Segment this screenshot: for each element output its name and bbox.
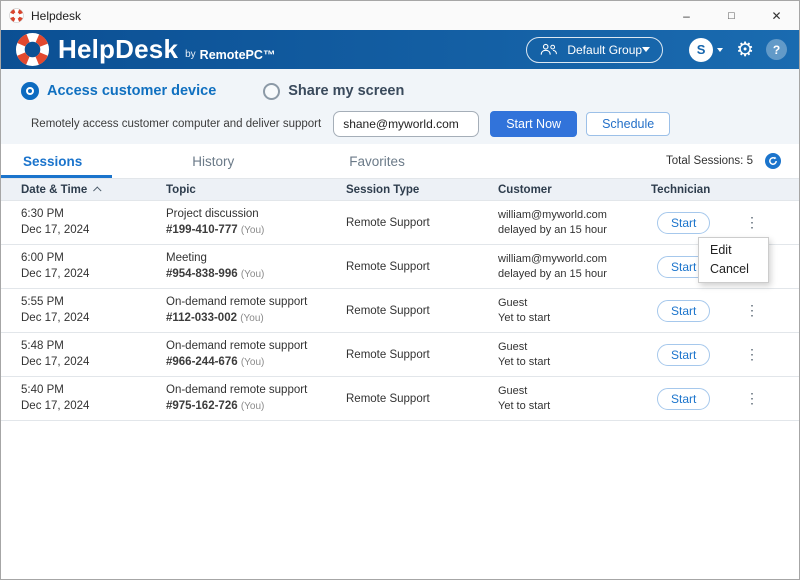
kebab-menu-icon[interactable]: ⋮	[745, 346, 759, 363]
customer-cell: william@myworld.comdelayed by an 15 hour	[498, 252, 651, 282]
customer-email-input[interactable]	[333, 111, 479, 137]
date-time-cell: 5:55 PMDec 17, 2024	[21, 295, 166, 326]
app-icon	[9, 8, 24, 23]
session-type-cell: Remote Support	[346, 349, 498, 361]
row-context-menu: Edit Cancel	[698, 237, 769, 283]
group-selector[interactable]: Default Group	[526, 37, 663, 63]
date-time-cell: 5:40 PMDec 17, 2024	[21, 383, 166, 414]
tabs-bar: Sessions History Favorites Total Session…	[1, 144, 799, 178]
avatar: S	[689, 38, 713, 62]
technician-cell: Start ⋮	[651, 344, 799, 366]
close-button[interactable]: ✕	[754, 1, 799, 30]
schedule-button[interactable]: Schedule	[586, 112, 670, 136]
total-sessions-label: Total Sessions: 5	[666, 155, 753, 167]
app-window: Helpdesk – □ ✕ HelpDesk by RemotePC™	[0, 0, 800, 580]
radio-access-label: Access customer device	[47, 83, 216, 99]
session-type-cell: Remote Support	[346, 261, 498, 273]
topic-cell: On-demand remote support #112-033-002 (Y…	[166, 295, 346, 326]
radio-share-my-screen[interactable]: Share my screen	[263, 83, 404, 100]
lifebuoy-logo-icon	[15, 32, 50, 67]
customer-cell: william@myworld.comdelayed by an 15 hour	[498, 208, 651, 238]
column-session-type[interactable]: Session Type	[346, 184, 498, 196]
customer-cell: GuestYet to start	[498, 296, 651, 326]
radio-share-label: Share my screen	[288, 83, 404, 99]
radio-selected-icon	[21, 82, 39, 100]
table-row: 5:55 PMDec 17, 2024 On-demand remote sup…	[1, 289, 799, 333]
date-time-cell: 6:30 PMDec 17, 2024	[21, 207, 166, 238]
table-row: 6:30 PMDec 17, 2024 Project discussion #…	[1, 201, 799, 245]
connect-helper-text: Remotely access customer computer and de…	[31, 118, 321, 130]
start-session-button[interactable]: Start	[657, 300, 710, 322]
maximize-button[interactable]: □	[709, 1, 754, 30]
minimize-button[interactable]: –	[664, 1, 709, 30]
session-list: 6:30 PMDec 17, 2024 Project discussion #…	[1, 201, 799, 421]
context-menu-cancel[interactable]: Cancel	[699, 260, 768, 279]
sort-ascending-icon	[93, 186, 101, 194]
tab-sessions[interactable]: Sessions	[1, 144, 112, 178]
app-header: HelpDesk by RemotePC™ Default Group S ⚙ …	[1, 30, 799, 69]
customer-cell: GuestYet to start	[498, 340, 651, 370]
group-selector-label: Default Group	[567, 43, 642, 57]
chevron-down-icon	[642, 47, 650, 52]
gear-icon[interactable]: ⚙	[736, 40, 754, 60]
customer-cell: GuestYet to start	[498, 384, 651, 414]
total-sessions-count: 5	[747, 155, 753, 167]
start-session-button[interactable]: Start	[657, 344, 710, 366]
date-time-cell: 5:48 PMDec 17, 2024	[21, 339, 166, 370]
refresh-icon[interactable]	[765, 153, 781, 169]
logo-name: HelpDesk	[58, 34, 178, 65]
start-session-button[interactable]: Start	[657, 212, 710, 234]
topic-cell: Meeting #954-838-996 (You)	[166, 251, 346, 282]
tab-favorites[interactable]: Favorites	[319, 144, 435, 178]
table-row: 6:00 PMDec 17, 2024 Meeting #954-838-996…	[1, 245, 799, 289]
technician-cell: Start ⋮	[651, 300, 799, 322]
help-icon[interactable]: ?	[766, 39, 787, 60]
topic-cell: On-demand remote support #975-162-726 (Y…	[166, 383, 346, 414]
radio-unselected-icon	[263, 83, 280, 100]
session-type-cell: Remote Support	[346, 305, 498, 317]
context-menu-edit[interactable]: Edit	[699, 241, 768, 260]
column-topic[interactable]: Topic	[166, 184, 346, 196]
logo-by: by	[185, 49, 196, 60]
table-row: 5:48 PMDec 17, 2024 On-demand remote sup…	[1, 333, 799, 377]
kebab-menu-icon[interactable]: ⋮	[745, 390, 759, 407]
column-date-time[interactable]: Date & Time	[21, 184, 166, 196]
column-technician[interactable]: Technician	[651, 184, 799, 196]
kebab-menu-icon[interactable]: ⋮	[745, 214, 759, 231]
technician-cell: Start ⋮	[651, 212, 799, 234]
group-icon	[539, 43, 558, 56]
technician-cell: Start ⋮	[651, 388, 799, 410]
date-time-cell: 6:00 PMDec 17, 2024	[21, 251, 166, 282]
table-header: Date & Time Topic Session Type Customer …	[1, 178, 799, 201]
connect-section: Access customer device Share my screen R…	[1, 69, 799, 144]
start-now-button[interactable]: Start Now	[490, 111, 577, 137]
topic-cell: Project discussion #199-410-777 (You)	[166, 207, 346, 238]
kebab-menu-icon[interactable]: ⋮	[745, 302, 759, 319]
session-type-cell: Remote Support	[346, 393, 498, 405]
logo-brand: RemotePC™	[200, 48, 276, 62]
radio-access-customer-device[interactable]: Access customer device	[21, 82, 216, 100]
account-menu[interactable]: S	[689, 38, 723, 62]
tab-history[interactable]: History	[162, 144, 264, 178]
topic-cell: On-demand remote support #966-244-676 (Y…	[166, 339, 346, 370]
chevron-down-icon	[717, 48, 723, 52]
title-bar: Helpdesk – □ ✕	[1, 1, 799, 30]
session-type-cell: Remote Support	[346, 217, 498, 229]
table-row: 5:40 PMDec 17, 2024 On-demand remote sup…	[1, 377, 799, 421]
column-customer[interactable]: Customer	[498, 184, 651, 196]
start-session-button[interactable]: Start	[657, 388, 710, 410]
app-logo: HelpDesk by RemotePC™	[15, 32, 275, 67]
window-title: Helpdesk	[31, 9, 81, 23]
